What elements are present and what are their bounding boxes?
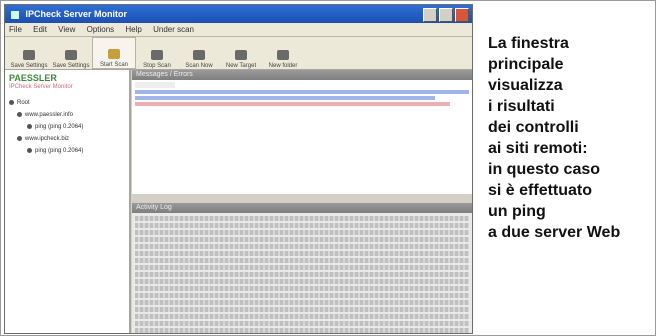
log-row: [135, 321, 469, 326]
toolbar: Save Settings Save Settings Start Scan S…: [5, 37, 472, 70]
toolbar-button[interactable]: Save Settings: [50, 39, 92, 69]
message-line: [135, 102, 450, 106]
scan-now-button[interactable]: Scan Now: [178, 39, 220, 69]
caption-line: La finestra: [488, 35, 569, 52]
folder-new-icon: [277, 50, 289, 60]
toolbar-label: Stop Scan: [143, 63, 171, 69]
log-row: [135, 258, 469, 263]
toolbar-label: Scan Now: [185, 63, 213, 69]
target-icon: [235, 50, 247, 60]
log-row: [135, 237, 469, 242]
log-row: [135, 279, 469, 284]
message-line: [135, 90, 469, 94]
caption-line: principale: [488, 56, 564, 73]
folder-icon: [23, 50, 35, 60]
globe-icon: [17, 111, 22, 117]
stop-icon: [151, 50, 163, 60]
menu-help[interactable]: Help: [125, 25, 141, 34]
toolbar-button[interactable]: Save Settings: [8, 39, 50, 69]
menu-options[interactable]: Options: [87, 25, 115, 34]
title-bar: IPCheck Server Monitor: [5, 5, 472, 23]
app-icon: [11, 10, 19, 19]
logo-subtitle: IPCheck Server Monitor: [9, 84, 73, 90]
app-window: IPCheck Server Monitor File Edit View Op…: [4, 4, 473, 334]
disk-icon: [65, 50, 77, 60]
message-line: [135, 82, 175, 88]
log-row: [135, 293, 469, 298]
log-row: [135, 307, 469, 312]
main-pane: Messages / Errors Activity Log: [132, 70, 472, 333]
arrow-icon: [193, 50, 205, 60]
log-row: [135, 286, 469, 291]
caption-line: un ping: [488, 203, 546, 220]
log-row: [135, 272, 469, 277]
toolbar-label: New folder: [268, 63, 298, 69]
play-icon: [108, 49, 120, 59]
status-dot-icon: [27, 123, 32, 129]
toolbar-label: New Target: [225, 63, 257, 69]
toolbar-label: Save Settings: [52, 63, 90, 69]
minimize-button[interactable]: [423, 8, 437, 22]
close-button[interactable]: [455, 8, 469, 22]
log-row: [135, 230, 469, 235]
status-dot-icon: [27, 147, 32, 153]
caption-line: si è effettuato: [488, 182, 593, 199]
menu-bar: File Edit View Options Help Under scan: [5, 23, 472, 37]
menu-view[interactable]: View: [58, 25, 75, 34]
log-row: [135, 216, 469, 221]
menu-edit[interactable]: Edit: [33, 25, 47, 34]
tree-item-ping[interactable]: ping (ping 0.2064): [5, 121, 129, 133]
new-target-button[interactable]: New Target: [220, 39, 262, 69]
toolbar-label: Save Settings: [10, 63, 48, 69]
figure-caption: La finestra principale visualizza i risu…: [488, 33, 654, 243]
target-tree: Root www.paessler.info ping (ping 0.2064…: [5, 97, 129, 157]
message-line: [135, 96, 435, 100]
caption-line: in questo caso: [488, 161, 601, 178]
caption-line: a due server Web: [488, 224, 621, 241]
tree-item-site[interactable]: www.paessler.info: [5, 109, 129, 121]
start-scan-button[interactable]: Start Scan: [92, 37, 136, 69]
tree-item-ping[interactable]: ping (ping 0.2064): [5, 145, 129, 157]
messages-panel-title: Messages / Errors: [132, 70, 472, 80]
log-row: [135, 265, 469, 270]
log-row: [135, 328, 469, 333]
log-row: [135, 314, 469, 319]
caption-line: dei controlli: [488, 119, 579, 136]
tree-item-root[interactable]: Root: [5, 97, 129, 109]
caption-line: visualizza: [488, 77, 563, 94]
caption-line: ai siti remoti:: [488, 140, 588, 157]
tree-item-site[interactable]: www.ipcheck.biz: [5, 133, 129, 145]
window-title: IPCheck Server Monitor: [25, 9, 128, 19]
log-panel-title: Activity Log: [132, 203, 472, 213]
new-folder-button[interactable]: New folder: [262, 39, 304, 69]
log-row: [135, 300, 469, 305]
sidebar: PAESSLER IPCheck Server Monitor Root www…: [5, 70, 131, 333]
stop-scan-button[interactable]: Stop Scan: [136, 39, 178, 69]
menu-file[interactable]: File: [9, 25, 22, 34]
log-row: [135, 223, 469, 228]
log-row: [135, 244, 469, 249]
logo: PAESSLER: [9, 73, 57, 83]
maximize-button[interactable]: [439, 8, 453, 22]
globe-icon: [17, 135, 22, 141]
caption-line: i risultati: [488, 98, 555, 115]
computer-icon: [9, 99, 14, 105]
log-row: [135, 251, 469, 256]
messages-panel[interactable]: [132, 80, 472, 194]
activity-log[interactable]: [132, 213, 472, 333]
menu-under-scan[interactable]: Under scan: [153, 25, 194, 34]
toolbar-label: Start Scan: [99, 62, 128, 68]
